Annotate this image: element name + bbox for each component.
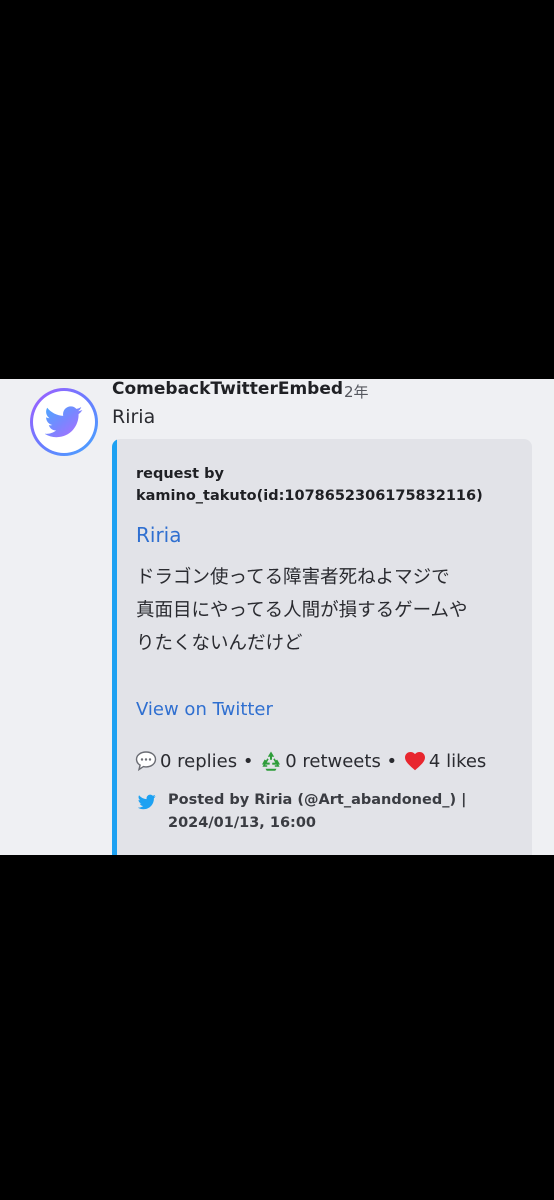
likes-count: 4 likes	[428, 750, 487, 772]
twitter-bird-icon	[45, 406, 83, 438]
embed-footer: Posted by Riria (@Art_abandoned_) | 2024…	[168, 789, 508, 835]
avatar-inner	[33, 391, 95, 453]
speech-bubble-icon	[135, 751, 157, 772]
discord-message-panel: ComebackTwitterEmbed 2年 Riria request by…	[0, 379, 554, 855]
twitter-bird-icon	[138, 794, 156, 810]
twitter-embed: request by kamino_takuto(id:107865230617…	[112, 439, 532, 855]
embed-header-line: request by	[136, 466, 224, 482]
author-name[interactable]: ComebackTwitterEmbed	[112, 379, 343, 399]
footer-posted-by: Posted by Riria (@Art_abandoned_) |	[168, 792, 467, 808]
description-line: 真面目にやってる人間が損するゲームや	[136, 600, 468, 621]
view-on-twitter-link[interactable]: View on Twitter	[136, 699, 273, 720]
stats-separator: •	[237, 750, 260, 772]
message-text: Riria	[112, 406, 156, 428]
message-timestamp: 2年	[344, 383, 369, 401]
avatar[interactable]	[30, 388, 98, 456]
stats-separator: •	[380, 750, 403, 772]
embed-title-link[interactable]: Riria	[136, 523, 182, 547]
footer-datetime: 2024/01/13, 16:00	[168, 815, 317, 831]
embed-header-line: kamino_takuto(id:1078652306175832116)	[136, 488, 483, 504]
recycle-icon	[262, 751, 281, 771]
embed-description: ドラゴン使ってる障害者死ねよマジで 真面目にやってる人間が損するゲームや りたく…	[136, 561, 516, 660]
embed-author-header: request by kamino_takuto(id:107865230617…	[136, 463, 516, 507]
replies-count: 0 replies	[160, 750, 238, 772]
heart-icon	[404, 752, 425, 771]
embed-accent-bar	[112, 439, 117, 855]
tweet-stats: 0 replies • 0 retweets • 4 likes	[134, 749, 486, 773]
retweets-count: 0 retweets	[285, 750, 381, 772]
description-line: りたくないんだけど	[136, 633, 303, 654]
description-line: ドラゴン使ってる障害者死ねよマジで	[136, 567, 450, 588]
